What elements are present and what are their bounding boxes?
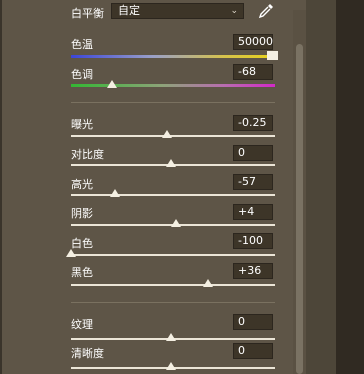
shadows-slider-thumb[interactable]	[171, 219, 181, 227]
texture-value-field[interactable]: 0	[233, 314, 273, 330]
contrast-slider-thumb[interactable]	[166, 159, 176, 167]
blacks-value-field[interactable]: +36	[233, 263, 273, 279]
white-balance-selected: 自定	[118, 4, 140, 17]
eyedropper-icon[interactable]	[257, 2, 275, 20]
blacks-label: 黑色	[71, 266, 93, 279]
white-balance-dropdown[interactable]: 自定 ⌄	[111, 3, 244, 19]
texture-slider-thumb[interactable]	[166, 333, 176, 341]
contrast-label: 对比度	[71, 148, 104, 161]
temperature-label: 色温	[71, 38, 93, 51]
highlights-value-field[interactable]: -57	[233, 174, 273, 190]
clarity-slider-thumb[interactable]	[166, 362, 176, 370]
section-divider	[71, 302, 275, 303]
whites-slider-thumb[interactable]	[66, 249, 76, 257]
whites-value-field[interactable]: -100	[233, 233, 273, 249]
exposure-value-field[interactable]: -0.25	[233, 115, 273, 131]
tint-value-field[interactable]: -68	[233, 64, 273, 80]
shadows-value-field[interactable]: +4	[233, 204, 273, 220]
exposure-slider-thumb[interactable]	[162, 130, 172, 138]
highlights-slider-track[interactable]	[71, 194, 275, 196]
white-balance-label: 白平衡	[71, 7, 104, 20]
whites-slider-track[interactable]	[71, 254, 275, 256]
highlights-label: 高光	[71, 178, 93, 191]
clarity-value-field[interactable]: 0	[233, 343, 273, 359]
scrollbar-thumb[interactable]	[296, 44, 303, 374]
basic-adjustments-panel: 白平衡 自定 ⌄ 色温 50000 色调 -68 曝光 -0.25 对比度 0 …	[0, 0, 364, 374]
panel-right-edge	[336, 0, 364, 374]
chevron-down-icon: ⌄	[230, 6, 238, 16]
tint-slider-thumb[interactable]	[107, 80, 117, 88]
contrast-value-field[interactable]: 0	[233, 145, 273, 161]
tint-label: 色调	[71, 68, 93, 81]
temperature-value-field[interactable]: 50000	[233, 34, 273, 50]
clarity-label: 清晰度	[71, 347, 104, 360]
tint-slider-track[interactable]	[71, 84, 275, 87]
temperature-slider-thumb[interactable]	[267, 51, 278, 60]
exposure-label: 曝光	[71, 118, 93, 131]
blacks-slider-track[interactable]	[71, 284, 275, 286]
blacks-slider-thumb[interactable]	[203, 279, 213, 287]
exposure-slider-track[interactable]	[71, 135, 275, 137]
highlights-slider-thumb[interactable]	[110, 189, 120, 197]
panel-left-edge	[0, 0, 2, 374]
section-divider	[71, 102, 275, 103]
temperature-slider-track[interactable]	[71, 55, 275, 58]
shadows-label: 阴影	[71, 207, 93, 220]
texture-label: 纹理	[71, 318, 93, 331]
